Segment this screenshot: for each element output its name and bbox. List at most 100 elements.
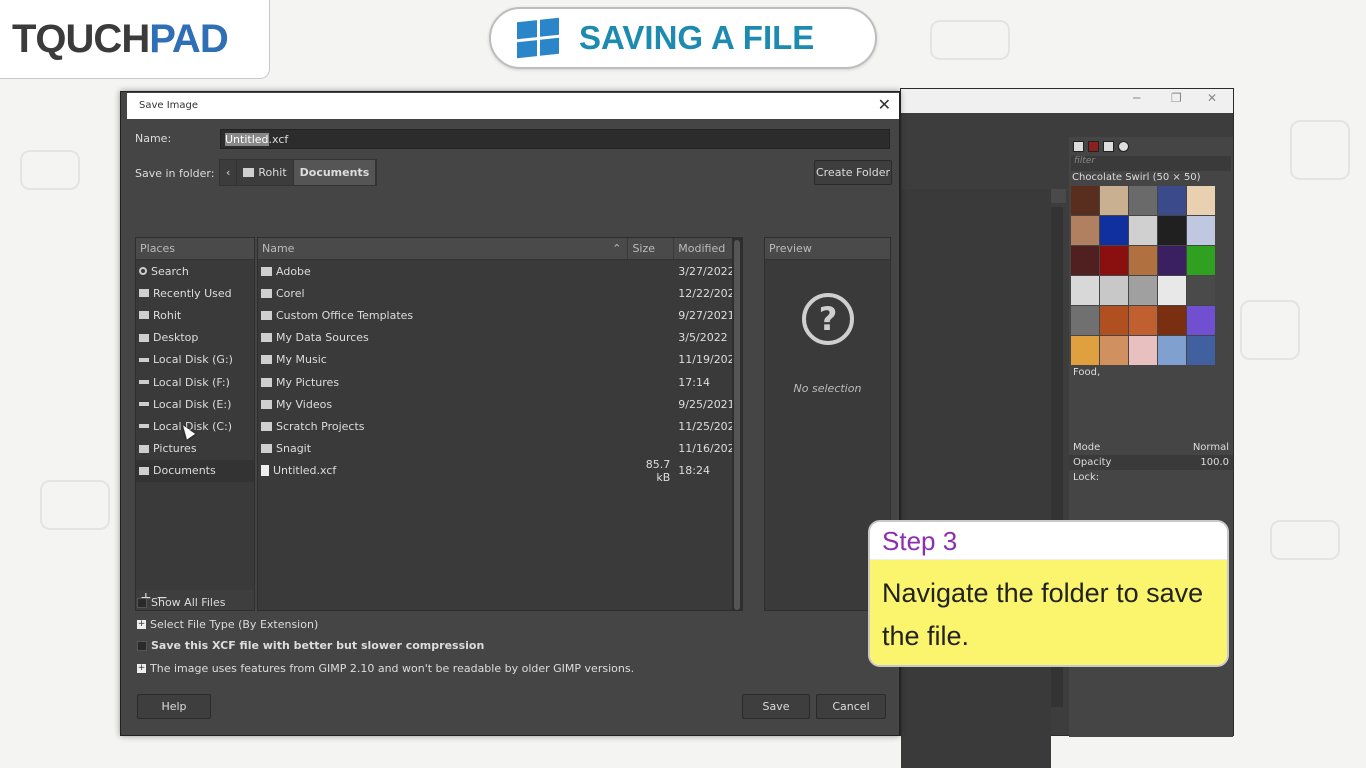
place-item[interactable]: Desktop (136, 327, 254, 349)
pattern-swatch[interactable] (1100, 306, 1128, 335)
pattern-swatch[interactable] (1158, 216, 1186, 245)
mode-row[interactable]: Mode Normal (1069, 440, 1233, 455)
help-button[interactable]: Help (137, 694, 211, 719)
save-in-folder-label: Save in folder: (135, 167, 215, 180)
path-item-documents[interactable]: Documents (293, 160, 377, 185)
file-row[interactable]: Untitled.xcf 85.7 kB 18:24 (258, 458, 742, 484)
folder-icon (261, 355, 272, 365)
file-list-scrollbar[interactable] (732, 238, 742, 610)
font-tab-icon[interactable] (1103, 140, 1114, 152)
pattern-swatch[interactable] (1129, 186, 1157, 215)
pattern-swatch[interactable] (1071, 186, 1099, 215)
place-item[interactable]: Search (136, 260, 254, 282)
save-button[interactable]: Save (742, 694, 810, 719)
pattern-swatch[interactable] (1187, 336, 1215, 365)
pattern-grid[interactable] (1071, 186, 1217, 365)
pattern-swatch[interactable] (1071, 336, 1099, 365)
pattern-swatch[interactable] (1071, 306, 1099, 335)
place-label: Desktop (153, 331, 199, 345)
pattern-swatch[interactable] (1100, 336, 1128, 365)
pattern-swatch[interactable] (1071, 276, 1099, 305)
pattern-swatch[interactable] (1187, 186, 1215, 215)
place-item[interactable]: Pictures (136, 438, 254, 460)
pattern-swatch[interactable] (1158, 246, 1186, 275)
pattern-swatch[interactable] (1158, 336, 1186, 365)
pattern-swatch[interactable] (1158, 276, 1186, 305)
pattern-swatch[interactable] (1100, 246, 1128, 275)
place-item[interactable]: Local Disk (C:) (136, 415, 254, 437)
file-icon (261, 465, 269, 477)
pattern-swatch[interactable] (1100, 186, 1128, 215)
pattern-swatch[interactable] (1158, 306, 1186, 335)
file-row[interactable]: My Pictures 17:14 (258, 371, 742, 393)
file-name: Custom Office Templates (276, 308, 414, 322)
logo-part1: TQUCH (12, 16, 150, 61)
opacity-row[interactable]: Opacity 100.0 (1069, 455, 1233, 470)
name-selected: Untitled (225, 133, 269, 146)
pattern-swatch[interactable] (1129, 336, 1157, 365)
name-label: Name: (135, 132, 172, 145)
place-label: Local Disk (F:) (153, 375, 230, 389)
file-row[interactable]: Snagit 11/16/2021 (258, 438, 742, 460)
pattern-swatch[interactable] (1129, 216, 1157, 245)
place-item[interactable]: Documents (136, 459, 254, 482)
show-all-files-checkbox[interactable]: Show All Files (137, 596, 225, 609)
pattern-swatch[interactable] (1129, 276, 1157, 305)
pattern-tab-icon[interactable] (1088, 140, 1099, 152)
pattern-swatch[interactable] (1187, 276, 1215, 305)
pattern-swatch[interactable] (1187, 246, 1215, 275)
pattern-swatch[interactable] (1071, 246, 1099, 275)
path-item-rohit[interactable]: Rohit (237, 160, 294, 185)
file-name: My Data Sources (276, 331, 369, 345)
file-row[interactable]: My Music 11/19/2020 (258, 349, 742, 371)
folder-icon (261, 399, 272, 409)
path-back-button[interactable]: ‹ (220, 160, 238, 185)
compression-checkbox[interactable]: Save this XCF file with better but slowe… (137, 639, 484, 652)
opacity-value[interactable]: 100.0 (1200, 457, 1229, 468)
place-item[interactable]: Local Disk (F:) (136, 371, 254, 393)
column-size[interactable]: Size (628, 238, 675, 259)
file-row[interactable]: Custom Office Templates 9/27/2021 (258, 304, 742, 326)
place-item[interactable]: Recently Used (136, 282, 254, 304)
file-row[interactable]: Scratch Projects 11/25/2021 (258, 415, 742, 437)
help-tab-icon[interactable] (1118, 140, 1129, 152)
brush-tab-icon[interactable] (1073, 140, 1084, 152)
column-name[interactable]: Name ⌃ (258, 238, 629, 259)
file-row[interactable]: Corel 12/22/2021 (258, 282, 742, 304)
create-folder-button[interactable]: Create Folder (814, 160, 892, 185)
file-row[interactable]: My Videos 9/25/2021 (258, 393, 742, 415)
name-input[interactable]: Untitled.xcf (220, 129, 890, 149)
pattern-swatch[interactable] (1100, 216, 1128, 245)
minimize-icon[interactable]: ─ (1133, 91, 1140, 105)
pattern-swatch[interactable] (1100, 276, 1128, 305)
pattern-swatch[interactable] (1129, 246, 1157, 275)
select-file-type-expander[interactable]: + Select File Type (By Extension) (137, 618, 318, 631)
logo-part2: PAD (149, 16, 228, 61)
pattern-swatch[interactable] (1187, 306, 1215, 335)
gimp-version-note[interactable]: + The image uses features from GIMP 2.10 … (137, 662, 634, 675)
place-item[interactable]: Rohit (136, 304, 254, 326)
no-selection-text: No selection (793, 382, 862, 395)
touchpad-logo: TQUCH PAD (0, 0, 270, 79)
sort-up-icon: ⌃ (612, 242, 622, 255)
pattern-swatch[interactable] (1187, 216, 1215, 245)
file-name: Untitled.xcf (273, 464, 337, 478)
gimp-canvas[interactable] (901, 189, 1051, 768)
pattern-swatch[interactable] (1158, 186, 1186, 215)
restore-icon[interactable]: ❐ (1171, 91, 1182, 105)
folder-icon (243, 168, 255, 177)
file-list-header: Name ⌃ Size Modified (258, 238, 743, 260)
close-icon[interactable]: ✕ (1207, 91, 1217, 105)
file-row[interactable]: My Data Sources 3/5/2022 (258, 327, 742, 349)
dialog-close-icon[interactable]: ✕ (878, 95, 891, 114)
pattern-tag[interactable]: Food, (1069, 365, 1233, 380)
pattern-swatch[interactable] (1129, 306, 1157, 335)
pattern-swatch[interactable] (1071, 216, 1099, 245)
mode-value[interactable]: Normal (1193, 442, 1229, 453)
cancel-button[interactable]: Cancel (816, 694, 886, 719)
pattern-name: Chocolate Swirl (50 × 50) (1072, 172, 1201, 183)
place-item[interactable]: Local Disk (G:) (136, 349, 254, 371)
place-item[interactable]: Local Disk (E:) (136, 393, 254, 415)
filter-input[interactable]: filter (1071, 156, 1231, 171)
file-row[interactable]: Adobe 3/27/2022 (258, 260, 742, 282)
